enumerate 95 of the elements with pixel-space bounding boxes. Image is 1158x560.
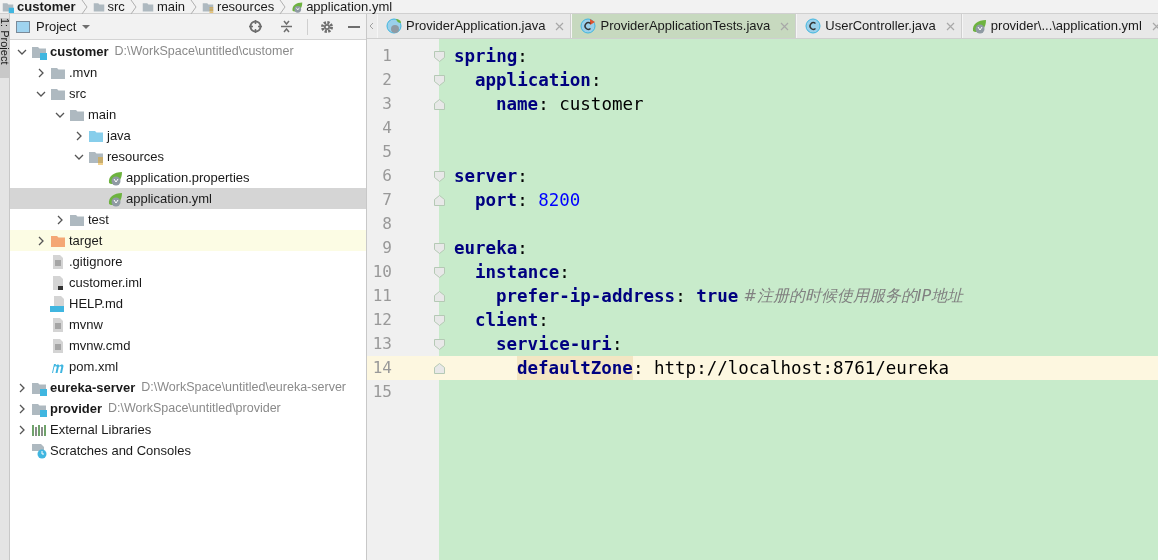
- line-number: 7: [381, 189, 392, 211]
- line-number: 3: [381, 93, 392, 115]
- line-number: 14: [371, 357, 392, 379]
- code-line: application:: [475, 69, 602, 92]
- code-line: instance:: [475, 261, 570, 284]
- editor-tab[interactable]: UserController.java: [796, 14, 962, 38]
- breadcrumb-item[interactable]: src: [107, 0, 125, 14]
- class-icon: [805, 18, 822, 34]
- breadcrumb-item[interactable]: main: [156, 0, 186, 14]
- breadcrumb-item[interactable]: customer: [17, 0, 76, 14]
- window-icon: [16, 20, 30, 33]
- file-icon: [50, 253, 66, 270]
- fold-marker-icon[interactable]: [434, 50, 445, 62]
- tree-item[interactable]: External Libraries: [10, 419, 366, 440]
- fold-marker-icon[interactable]: [434, 242, 445, 254]
- tree-item[interactable]: application.yml: [10, 188, 366, 209]
- tree-item[interactable]: src: [10, 83, 366, 104]
- markdown-file-icon: [50, 295, 66, 312]
- line-number: 4: [381, 117, 392, 139]
- breadcrumb-item[interactable]: resources: [217, 0, 275, 14]
- tree-item[interactable]: provider D:\WorkSpace\untitled\provider: [10, 398, 366, 419]
- tree-item[interactable]: HELP.md: [10, 293, 366, 314]
- fold-marker-icon[interactable]: [434, 266, 445, 278]
- leaf-file-icon: [970, 18, 987, 34]
- tree-item[interactable]: eureka-server D:\WorkSpace\untitled\eureka-server: [10, 377, 366, 398]
- fold-marker-icon[interactable]: [434, 74, 445, 86]
- tree-item[interactable]: main: [10, 104, 366, 125]
- code-line: server:: [454, 165, 528, 188]
- tree-item[interactable]: pom.xml: [10, 356, 366, 377]
- code-line: defaultZone: http://localhost:8761/eureka: [517, 356, 949, 380]
- line-number: 10: [371, 261, 392, 283]
- close-icon[interactable]: [780, 21, 790, 31]
- fold-marker-icon[interactable]: [434, 98, 445, 110]
- code-line: service-uri:: [496, 333, 623, 356]
- view-dropdown[interactable]: Project: [36, 16, 91, 37]
- locate-icon[interactable]: [249, 20, 262, 33]
- tree-item[interactable]: mvnw: [10, 314, 366, 335]
- scratch-clock-icon: [31, 442, 47, 459]
- fold-marker-icon[interactable]: [434, 194, 445, 206]
- code-line: eureka:: [454, 237, 528, 260]
- separator-icon: [189, 0, 199, 14]
- class-icon: [386, 18, 402, 34]
- line-number: 11: [371, 285, 392, 307]
- code-line: name: customer: [496, 93, 644, 116]
- editor-tab[interactable]: ProviderApplication.java: [377, 14, 572, 38]
- line-number: 2: [381, 69, 392, 91]
- code-line: port: 8200: [475, 189, 581, 212]
- tree-item[interactable]: mvnw.cmd: [10, 335, 366, 356]
- settings-icon[interactable]: [320, 19, 334, 34]
- line-number: 8: [381, 213, 392, 235]
- editor-tab[interactable]: ProviderApplicationTests.java: [571, 14, 797, 38]
- leaf-file-icon: [291, 0, 304, 13]
- line-number: 15: [371, 381, 392, 403]
- fold-marker-icon[interactable]: [434, 170, 445, 182]
- tree-item[interactable]: .gitignore: [10, 251, 366, 272]
- tree-item[interactable]: customer D:\WorkSpace\untitled\customer: [10, 41, 366, 62]
- separator-icon: [278, 0, 288, 14]
- fold-marker-icon[interactable]: [434, 290, 445, 302]
- test-class-icon: [580, 18, 597, 34]
- tree-item[interactable]: test: [10, 209, 366, 230]
- separator-icon: [128, 0, 138, 14]
- line-number: 13: [371, 333, 392, 355]
- tree-item[interactable]: application.properties: [10, 167, 366, 188]
- leaf-file-icon: [107, 190, 123, 207]
- collapse-icon[interactable]: [280, 20, 293, 33]
- line-number: 5: [381, 141, 392, 163]
- close-icon[interactable]: [945, 21, 955, 31]
- tree-item[interactable]: .mvn: [10, 62, 366, 83]
- breadcrumb-item[interactable]: application.yml: [306, 0, 393, 14]
- file-icon: [50, 316, 66, 333]
- line-number: 12: [371, 309, 392, 331]
- resources-folder-icon: [202, 0, 215, 13]
- tree-item[interactable]: java: [10, 125, 366, 146]
- code-line: client:: [475, 309, 549, 332]
- close-icon[interactable]: [555, 21, 565, 31]
- tree-item[interactable]: target: [10, 230, 366, 251]
- code-line: spring:: [454, 45, 528, 68]
- fold-marker-icon[interactable]: [434, 314, 445, 326]
- close-icon[interactable]: [1151, 21, 1158, 31]
- fold-marker-icon[interactable]: [434, 338, 445, 350]
- code-line: prefer-ip-address: true #注册的时候使用服务的IP地址: [496, 285, 964, 308]
- editor-tab[interactable]: provider\...\application.yml: [961, 14, 1158, 38]
- line-number: 9: [381, 237, 392, 259]
- tree-item[interactable]: Scratches and Consoles: [10, 440, 366, 461]
- separator-icon: [79, 0, 89, 14]
- line-number: 6: [381, 165, 392, 187]
- dropdown-arrow-icon: [82, 24, 91, 29]
- tree-item[interactable]: customer.iml: [10, 272, 366, 293]
- line-number: 1: [381, 45, 392, 67]
- file-icon: [50, 274, 66, 291]
- leaf-file-icon: [107, 169, 123, 186]
- file-icon: [50, 337, 66, 354]
- tree-item[interactable]: resources: [10, 146, 366, 167]
- fold-marker-icon[interactable]: [434, 362, 445, 374]
- module-folder-icon: [2, 0, 14, 13]
